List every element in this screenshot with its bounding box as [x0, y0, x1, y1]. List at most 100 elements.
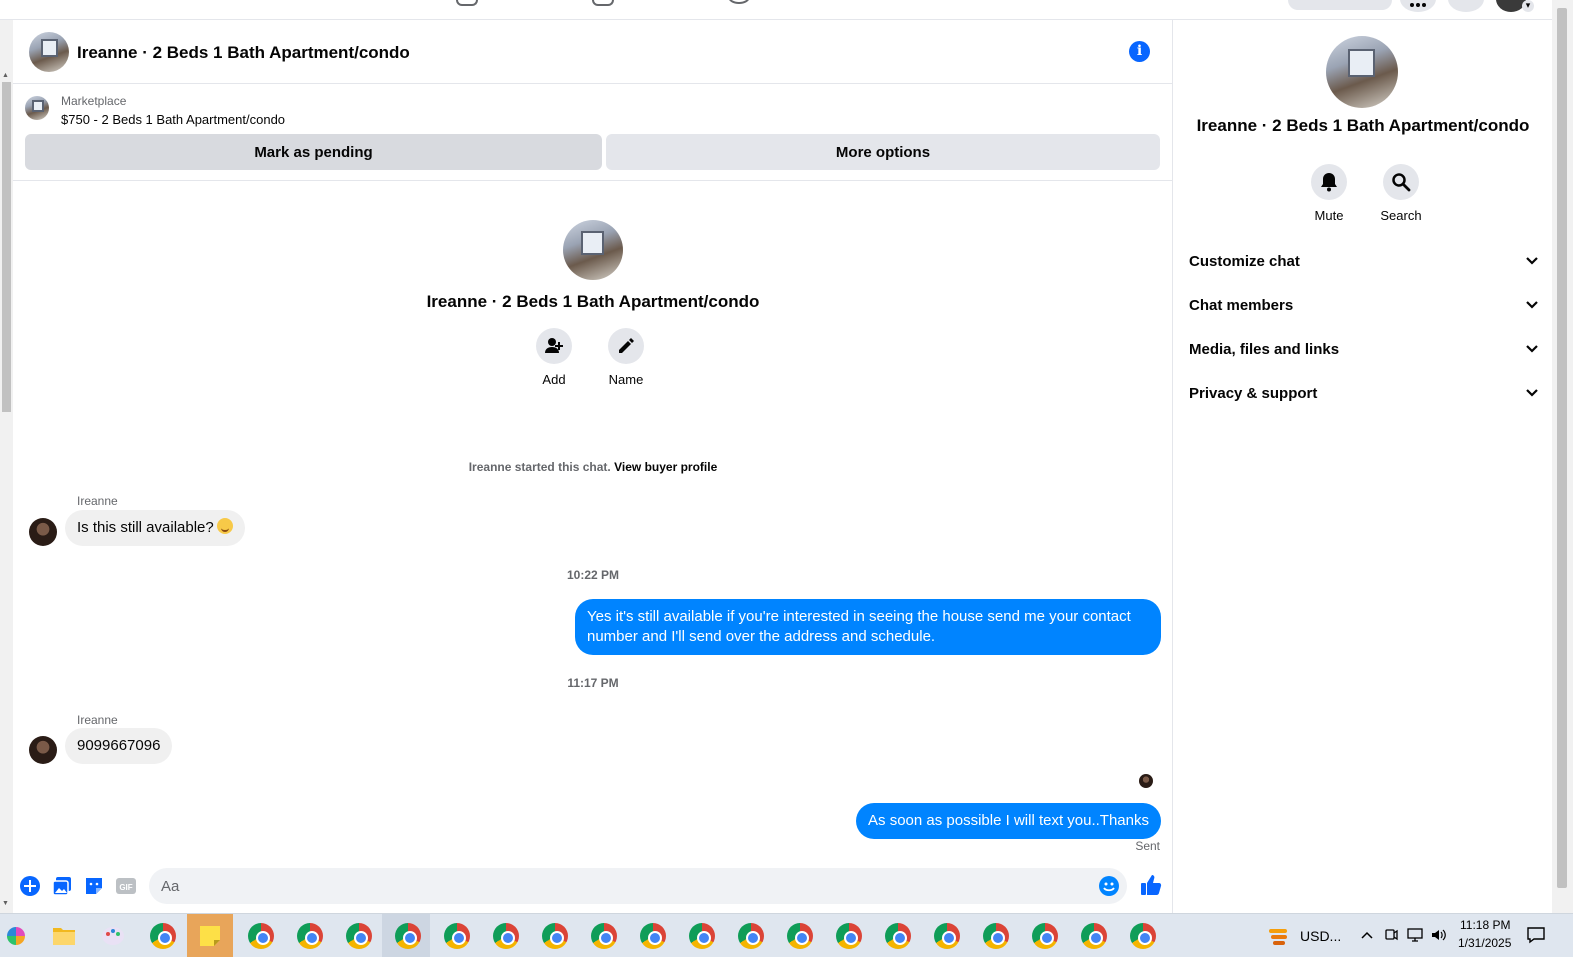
menu-icon[interactable] [1400, 0, 1436, 12]
chrome-icon[interactable] [1081, 923, 1107, 949]
pencil-icon[interactable] [608, 328, 644, 364]
listing-thumbnail[interactable] [25, 96, 49, 120]
thumbs-up-icon[interactable] [1139, 873, 1163, 897]
weather-text[interactable]: USD... [1300, 928, 1341, 944]
video-icon[interactable] [592, 0, 614, 6]
chrome-icon[interactable] [1032, 923, 1058, 949]
chrome-icon[interactable] [591, 923, 617, 949]
chrome-icon[interactable] [640, 923, 666, 949]
outgoing-message[interactable]: As soon as possible I will text you..Tha… [856, 803, 1161, 839]
marketplace-banner: Marketplace $750 - 2 Beds 1 Bath Apartme… [13, 85, 1173, 181]
marketplace-label: Marketplace [61, 94, 127, 108]
message-timestamp: 11:17 PM [567, 676, 619, 690]
sticker-icon[interactable] [83, 875, 105, 897]
notification-icon[interactable] [1526, 925, 1546, 945]
chrome-icon[interactable] [395, 923, 421, 949]
outgoing-message[interactable]: Yes it's still available if you're inter… [575, 599, 1161, 655]
listing-price-title[interactable]: $750 - 2 Beds 1 Bath Apartment/condo [61, 112, 285, 127]
paint-icon[interactable] [100, 924, 126, 948]
chrome-icon[interactable] [885, 923, 911, 949]
file-explorer-icon[interactable] [52, 925, 76, 947]
chrome-icon[interactable] [297, 923, 323, 949]
scroll-down-arrow-icon[interactable]: ▼ [2, 900, 9, 907]
search-label: Search [1380, 208, 1422, 223]
photo-icon[interactable] [51, 875, 73, 897]
chat-intro: Ireanne · 2 Beds 1 Bath Apartment/condo [13, 220, 1173, 312]
chevron-down-icon [1526, 389, 1538, 397]
plus-icon[interactable] [19, 875, 41, 897]
page-scrollbar[interactable] [1552, 0, 1573, 913]
emoji-icon[interactable] [1099, 876, 1119, 896]
add-member-action[interactable]: Add [529, 328, 579, 387]
gif-icon[interactable]: GIF [115, 875, 137, 897]
chrome-icon[interactable] [836, 923, 862, 949]
intro-thumbnail [563, 220, 623, 280]
clock-date[interactable]: 1/31/2025 [1458, 936, 1511, 950]
mute-label: Mute [1314, 208, 1344, 223]
sender-name: Ireanne [77, 713, 118, 727]
chrome-icon[interactable] [542, 923, 568, 949]
chrome-icon[interactable] [493, 923, 519, 949]
name-action[interactable]: Name [601, 328, 651, 387]
left-scrollbar[interactable]: ▲ ▼ [0, 20, 13, 913]
sender-avatar[interactable] [29, 518, 57, 546]
chat-members-section[interactable]: Chat members [1189, 290, 1539, 320]
create-button[interactable] [1288, 0, 1392, 10]
sticky-notes-icon[interactable] [198, 924, 222, 948]
conversation-details-panel: Ireanne · 2 Beds 1 Bath Apartment/condo … [1174, 20, 1552, 913]
windows-icon[interactable] [4, 924, 28, 948]
scroll-up-arrow-icon[interactable]: ▲ [2, 72, 9, 79]
message-input[interactable] [149, 868, 1127, 904]
chrome-icon[interactable] [983, 923, 1009, 949]
add-label: Add [542, 372, 566, 387]
search-icon[interactable] [1383, 164, 1419, 200]
media-files-links-section[interactable]: Media, files and links [1189, 334, 1539, 364]
chat-title[interactable]: Ireanne · 2 Beds 1 Bath Apartment/condo [77, 43, 410, 63]
sender-avatar[interactable] [29, 736, 57, 764]
account-chevron-icon[interactable]: ▾ [1522, 0, 1534, 12]
view-buyer-profile-link[interactable]: View buyer profile [614, 460, 717, 474]
chrome-icon[interactable] [248, 923, 274, 949]
details-thumbnail[interactable] [1326, 36, 1398, 108]
chat-thumbnail[interactable] [29, 32, 69, 72]
more-options-button[interactable]: More options [606, 134, 1160, 170]
privacy-support-section[interactable]: Privacy & support [1189, 378, 1539, 408]
marketplace-nav-icon[interactable] [728, 0, 750, 4]
chrome-icon[interactable] [1130, 923, 1156, 949]
windows-taskbar: USD... 11:18 PM 1/31/2025 [0, 913, 1573, 957]
message-composer: GIF [13, 864, 1173, 913]
chrome-icon[interactable] [150, 923, 176, 949]
meet-icon[interactable] [1384, 927, 1398, 943]
add-person-icon[interactable] [536, 328, 572, 364]
chrome-icon[interactable] [346, 923, 372, 949]
intro-actions: Add Name [529, 328, 651, 387]
sender-name: Ireanne [77, 494, 118, 508]
mute-action[interactable]: Mute [1304, 164, 1354, 223]
chrome-icon[interactable] [738, 923, 764, 949]
bell-icon[interactable] [1311, 164, 1347, 200]
messenger-icon[interactable] [1448, 0, 1484, 12]
chat-started-notice: Ireanne started this chat. View buyer pr… [13, 460, 1173, 474]
customize-chat-section[interactable]: Customize chat [1189, 246, 1539, 276]
search-action[interactable]: Search [1376, 164, 1426, 223]
details-title: Ireanne · 2 Beds 1 Bath Apartment/condo [1196, 116, 1530, 135]
chat-header: Ireanne · 2 Beds 1 Bath Apartment/condo … [13, 20, 1173, 84]
home-icon[interactable] [456, 0, 478, 6]
weather-icon[interactable] [1266, 924, 1290, 948]
network-icon[interactable] [1406, 927, 1424, 943]
incoming-message[interactable]: Is this still available? [65, 510, 245, 546]
page-scroll-thumb[interactable] [1557, 8, 1567, 888]
volume-icon[interactable] [1430, 927, 1448, 943]
chrome-icon[interactable] [934, 923, 960, 949]
scroll-thumb[interactable] [2, 82, 11, 412]
incoming-message[interactable]: 9099667096 [65, 728, 173, 764]
clock-time[interactable]: 11:18 PM [1460, 918, 1510, 932]
chevron-down-icon [1526, 345, 1538, 353]
mark-as-pending-button[interactable]: Mark as pending [25, 134, 602, 170]
chrome-icon[interactable] [689, 923, 715, 949]
message-timestamp: 10:22 PM [566, 568, 620, 582]
chrome-icon[interactable] [787, 923, 813, 949]
chrome-icon[interactable] [444, 923, 470, 949]
info-icon[interactable]: i [1129, 41, 1150, 62]
chevron-up-icon[interactable] [1360, 930, 1374, 940]
